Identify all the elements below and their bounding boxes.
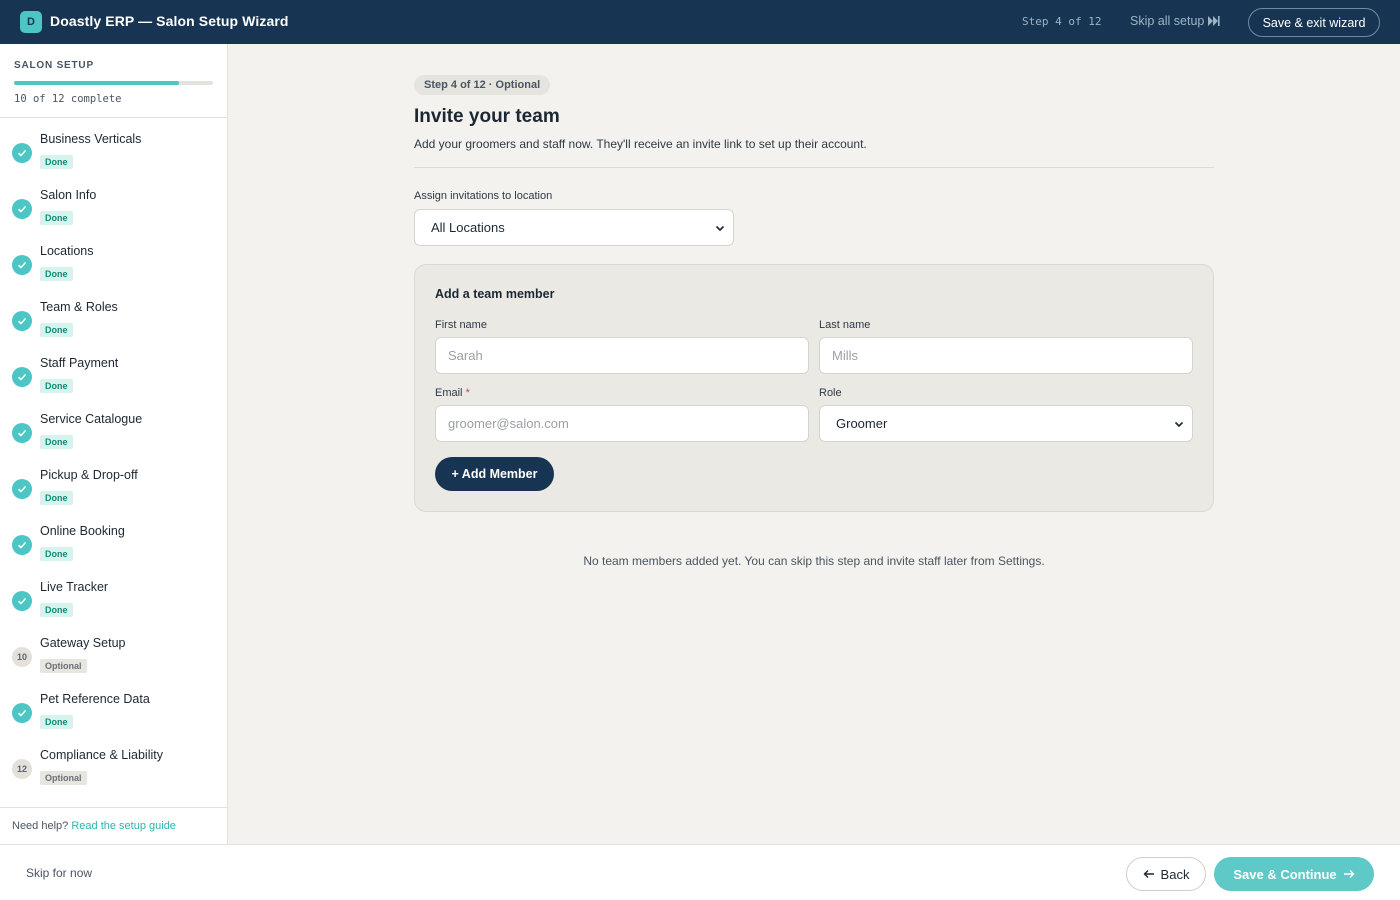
card-title: Add a team member	[435, 287, 555, 301]
page-subtitle: Add your groomers and staff now. They'll…	[414, 137, 867, 151]
check-icon	[12, 591, 32, 611]
check-icon	[12, 423, 32, 443]
sidebar-item-salon-info[interactable]: Salon Info Done	[0, 174, 227, 230]
sidebar-item-service-catalogue[interactable]: Service Catalogue Done	[0, 398, 227, 454]
step-indicator: Step 4 of 12	[1022, 15, 1102, 28]
status-badge: Done	[40, 211, 73, 225]
sidebar-item-business-verticals[interactable]: Business Verticals Done	[0, 118, 227, 174]
setup-sidebar: SALON SETUP 10 of 12 complete Business V…	[0, 44, 228, 844]
status-badge: Done	[40, 715, 73, 729]
sidebar-item-label: Pet Reference Data	[40, 692, 150, 706]
sidebar-item-pet-reference-data[interactable]: Pet Reference Data Done	[0, 678, 227, 734]
help-text: Need help?	[12, 820, 69, 832]
chevron-down-icon	[715, 225, 725, 232]
check-icon	[12, 311, 32, 331]
sidebar-item-label: Live Tracker	[40, 580, 109, 594]
sidebar-item-label: Staff Payment	[40, 356, 119, 370]
save-exit-wizard-button[interactable]: Save & exit wizard	[1248, 8, 1380, 37]
status-badge: Done	[40, 491, 73, 505]
setup-steps-list: Business Verticals Done Salon Info Done …	[0, 118, 227, 790]
email-label: Email *	[435, 387, 470, 399]
add-team-member-card: Add a team member First name Sarah Last …	[414, 264, 1214, 512]
status-badge: Optional	[40, 771, 87, 785]
check-icon	[12, 479, 32, 499]
progress-label: 10 of 12 complete	[14, 93, 122, 105]
setup-progress-fill	[14, 81, 180, 85]
sidebar-item-gateway-setup[interactable]: 10 Gateway Setup Optional	[0, 622, 227, 678]
sidebar-item-pickup-dropoff[interactable]: Pickup & Drop-off Done	[0, 454, 227, 510]
page-title: Invite your team	[414, 106, 560, 127]
sidebar-title: SALON SETUP	[14, 60, 94, 71]
sidebar-item-compliance-liability[interactable]: 12 Compliance & Liability Optional	[0, 734, 227, 790]
arrow-left-icon	[1143, 870, 1154, 878]
chevron-down-icon	[1174, 421, 1184, 428]
status-badge: Optional	[40, 659, 87, 673]
sidebar-item-team-roles[interactable]: Team & Roles Done	[0, 286, 227, 342]
first-name-input[interactable]: Sarah	[435, 337, 809, 374]
email-label-text: Email	[435, 387, 463, 399]
location-label: Assign invitations to location	[414, 190, 553, 202]
step-pill: Step 4 of 12 · Optional	[414, 75, 551, 95]
skip-all-label: Skip all setup	[1130, 14, 1205, 28]
sidebar-header: SALON SETUP 10 of 12 complete	[0, 44, 227, 118]
role-label: Role	[819, 387, 842, 399]
sidebar-item-label: Business Verticals	[40, 132, 142, 146]
app-logo: D	[20, 11, 42, 33]
check-icon	[12, 535, 32, 555]
role-select-value: Groomer	[836, 416, 888, 431]
skip-for-now-link[interactable]: Skip for now	[26, 866, 92, 880]
sidebar-item-label: Online Booking	[40, 524, 125, 538]
sidebar-item-label: Team & Roles	[40, 300, 118, 314]
arrow-right-icon	[1343, 870, 1355, 878]
divider	[414, 167, 1214, 168]
sidebar-item-label: Salon Info	[40, 188, 97, 202]
sidebar-item-label: Pickup & Drop-off	[40, 468, 138, 482]
status-badge: Done	[40, 379, 73, 393]
first-name-label: First name	[435, 319, 487, 331]
sidebar-item-label: Compliance & Liability	[40, 748, 163, 762]
role-select[interactable]: Groomer	[819, 405, 1193, 442]
skip-all-setup-link[interactable]: Skip all setup	[1130, 14, 1220, 28]
status-badge: Done	[40, 267, 73, 281]
location-select[interactable]: All Locations	[414, 209, 734, 246]
setup-progress-bar	[14, 81, 213, 85]
last-name-label: Last name	[819, 319, 871, 331]
check-icon	[12, 143, 32, 163]
step-number-badge: 12	[12, 759, 32, 779]
back-label: Back	[1160, 866, 1190, 882]
add-member-button[interactable]: + Add Member	[435, 457, 554, 491]
save-continue-button[interactable]: Save & Continue	[1214, 857, 1374, 891]
check-icon	[12, 255, 32, 275]
fast-forward-icon	[1208, 16, 1220, 26]
status-badge: Done	[40, 603, 73, 617]
location-select-value: All Locations	[431, 220, 505, 235]
sidebar-help: Need help? Read the setup guide	[0, 807, 227, 844]
sidebar-item-staff-payment[interactable]: Staff Payment Done	[0, 342, 227, 398]
check-icon	[12, 367, 32, 387]
check-icon	[12, 199, 32, 219]
sidebar-item-locations[interactable]: Locations Done	[0, 230, 227, 286]
check-icon	[12, 703, 32, 723]
sidebar-item-label: Gateway Setup	[40, 636, 126, 650]
status-badge: Done	[40, 547, 73, 561]
step-number-badge: 10	[12, 647, 32, 667]
continue-label: Save & Continue	[1233, 866, 1337, 882]
sidebar-item-online-booking[interactable]: Online Booking Done	[0, 510, 227, 566]
back-button[interactable]: Back	[1126, 857, 1206, 891]
setup-guide-link[interactable]: Read the setup guide	[71, 820, 176, 832]
wizard-footer: Skip for now Back Save & Continue	[0, 844, 1400, 900]
top-bar: D Doastly ERP — Salon Setup Wizard Step …	[0, 0, 1400, 44]
required-asterisk: *	[465, 387, 470, 399]
sidebar-item-live-tracker[interactable]: Live Tracker Done	[0, 566, 227, 622]
app-title: Doastly ERP — Salon Setup Wizard	[50, 13, 289, 29]
status-badge: Done	[40, 435, 73, 449]
sidebar-item-label: Service Catalogue	[40, 412, 143, 426]
email-input[interactable]: groomer@salon.com	[435, 405, 809, 442]
status-badge: Done	[40, 155, 73, 169]
sidebar-item-label: Locations	[40, 244, 94, 258]
empty-state-text: No team members added yet. You can skip …	[583, 554, 1045, 568]
status-badge: Done	[40, 323, 73, 337]
last-name-input[interactable]: Mills	[819, 337, 1193, 374]
